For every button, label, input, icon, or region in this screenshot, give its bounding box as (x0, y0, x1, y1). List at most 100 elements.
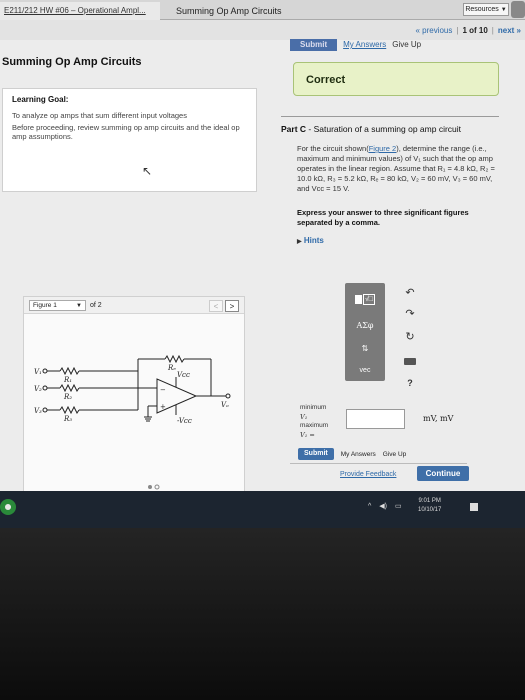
figure-link[interactable]: Figure 2 (369, 144, 397, 153)
learning-goal-note: Before proceeding, review summing op amp… (12, 123, 240, 141)
math-input-toolbar: √□ AΣφ ⇅ vec ↶ ↷ ↻ ? (345, 283, 463, 401)
learning-goal-heading: Learning Goal: (12, 95, 69, 104)
figure-select[interactable]: Figure 1 ▼ (29, 300, 86, 311)
label-v2: V₂ (34, 385, 42, 393)
label-rf: Rₑ (167, 364, 176, 372)
reset-icon[interactable]: ↻ (403, 330, 417, 344)
label-r3: R₃ (63, 415, 72, 423)
top-give-up-link[interactable]: Give Up (392, 39, 421, 51)
hints-toggle[interactable]: ▶ Hints (297, 236, 496, 245)
label-r1: R₁ (63, 376, 72, 384)
resistor-r2 (59, 383, 80, 393)
system-tray: ^ ◀) ▭ (368, 502, 402, 511)
question-nav-row: « previous | 1 of 10 | next » (0, 20, 525, 40)
learning-goal-text: To analyze op amps that sum different in… (12, 111, 187, 120)
resistor-r3 (59, 405, 80, 415)
clock-date: 10/10/17 (418, 507, 442, 513)
label-r2: R₂ (63, 393, 72, 401)
label-vcc-neg: -Vᴄᴄ (177, 417, 192, 425)
user-icon[interactable] (511, 1, 525, 18)
triangle-right-icon: ▶ (297, 239, 302, 245)
previous-link[interactable]: « previous (415, 26, 452, 35)
undo-icon[interactable]: ↶ (403, 286, 417, 300)
label-plus: + (160, 403, 166, 411)
monitor-bezel (0, 528, 525, 700)
page-count: 1 of 10 (462, 25, 488, 35)
page-title: Summing Op Amp Circuits (2, 56, 142, 68)
toolbar-button-column: √□ AΣφ ⇅ vec (345, 283, 385, 381)
minimum-label: minimum (300, 404, 327, 411)
part-c-label: Part C (281, 124, 307, 134)
keyboard-icon[interactable] (403, 355, 417, 369)
template-box-icon (354, 295, 362, 305)
sqrt-template-icon: √□ (362, 294, 376, 306)
figure-pagination-dots[interactable] (147, 484, 161, 490)
vo-terminal (225, 393, 231, 399)
pager-separator: | (491, 25, 494, 35)
part-c-heading: Saturation of a summing op amp circuit (313, 124, 462, 134)
label-vcc-pos: Vᴄᴄ (177, 371, 190, 379)
part-c-body-pre: For the circuit shown( (297, 144, 369, 153)
part-c-section: Part C - Saturation of a summing op amp … (281, 124, 496, 245)
v2-terminal (42, 385, 48, 391)
summing-amp-circuit-diagram: V₁ V₂ V₃ R₁ R₂ R₃ Rₑ Vᴄᴄ -Vᴄᴄ Vₒ − + (34, 354, 231, 425)
os-taskbar: ^ ◀) ▭ 9:01 PM 10/10/17 (0, 491, 525, 528)
correct-label: Correct (306, 74, 346, 86)
resources-label: Resources (465, 6, 499, 13)
label-minus: − (160, 386, 166, 394)
clock-time: 9:01 PM (418, 498, 441, 504)
chevron-down-icon: ▼ (500, 7, 507, 13)
start-icon[interactable] (0, 499, 16, 515)
v1-terminal (42, 368, 48, 374)
label-v1: V₁ (34, 368, 42, 376)
help-icon[interactable]: ? (403, 376, 417, 390)
give-up-link[interactable]: Give Up (383, 451, 406, 458)
answer-units: mV, mV (423, 414, 454, 423)
label-v3: V₃ (34, 407, 42, 415)
taskbar-clock[interactable]: 9:01 PM 10/10/17 (418, 497, 441, 515)
footer-divider (290, 463, 467, 464)
top-my-answers-link[interactable]: My Answers (343, 39, 386, 51)
resistor-r1 (59, 366, 80, 376)
answer-field-labels: minimum V₁ maximum V₁ = (300, 404, 328, 440)
arrows-button[interactable]: ⇅ (349, 341, 381, 357)
pager: « previous | 1 of 10 | next » (415, 23, 521, 37)
notification-icon[interactable] (470, 503, 478, 511)
greek-symbols-button[interactable]: AΣφ (349, 318, 381, 334)
tab-active[interactable]: Summing Op Amp Circuits (172, 2, 322, 20)
keyboard-icon[interactable]: ▭ (395, 502, 402, 510)
answer-actions: Submit My Answers Give Up (298, 448, 406, 460)
figure-prev-button[interactable]: < (209, 300, 223, 312)
continue-button[interactable]: Continue (417, 466, 469, 481)
redo-icon[interactable]: ↷ (403, 307, 417, 321)
pager-separator: | (456, 25, 459, 35)
volume-icon[interactable]: ◀) (379, 502, 387, 510)
chevron-up-icon[interactable]: ^ (368, 503, 371, 510)
figure-panel: Figure 1 ▼ of 2 < > V₁ V₂ V₃ R₁ R₂ R₃ Rₑ… (23, 296, 245, 496)
templates-button[interactable]: √□ (349, 292, 381, 308)
figure-header: Figure 1 ▼ of 2 < > (24, 297, 244, 314)
part-divider (281, 116, 499, 117)
figure-next-button[interactable]: > (225, 300, 239, 312)
answer-input[interactable] (346, 409, 405, 429)
maximum-label: maximum (300, 422, 329, 429)
resources-button[interactable]: Resources ▼ (463, 3, 509, 16)
figure-select-value: Figure 1 (33, 302, 57, 309)
part-c-body: For the circuit shown(Figure 2), determi… (297, 144, 496, 194)
answer-instructions: Express your answer to three significant… (297, 208, 469, 227)
submit-button[interactable]: Submit (298, 448, 334, 460)
mouse-cursor-icon: ↖ (142, 164, 153, 178)
correct-feedback-box: Correct (293, 62, 499, 96)
top-answer-actions: Submit My Answers Give Up (290, 39, 421, 51)
part-c-title: Part C - Saturation of a summing op amp … (281, 124, 462, 134)
tab-assignment[interactable]: E211/212 HW #06 – Operational Ampl... (0, 2, 160, 20)
resistor-rf (164, 354, 185, 364)
vector-button[interactable]: vec (349, 363, 381, 379)
my-answers-link[interactable]: My Answers (341, 451, 376, 458)
top-submit-button[interactable]: Submit (290, 39, 338, 51)
next-link[interactable]: next » (498, 26, 521, 35)
figure-count: of 2 (90, 302, 102, 309)
provide-feedback-link[interactable]: Provide Feedback (340, 471, 396, 478)
v3-terminal (42, 407, 48, 413)
hints-label: Hints (303, 236, 324, 245)
